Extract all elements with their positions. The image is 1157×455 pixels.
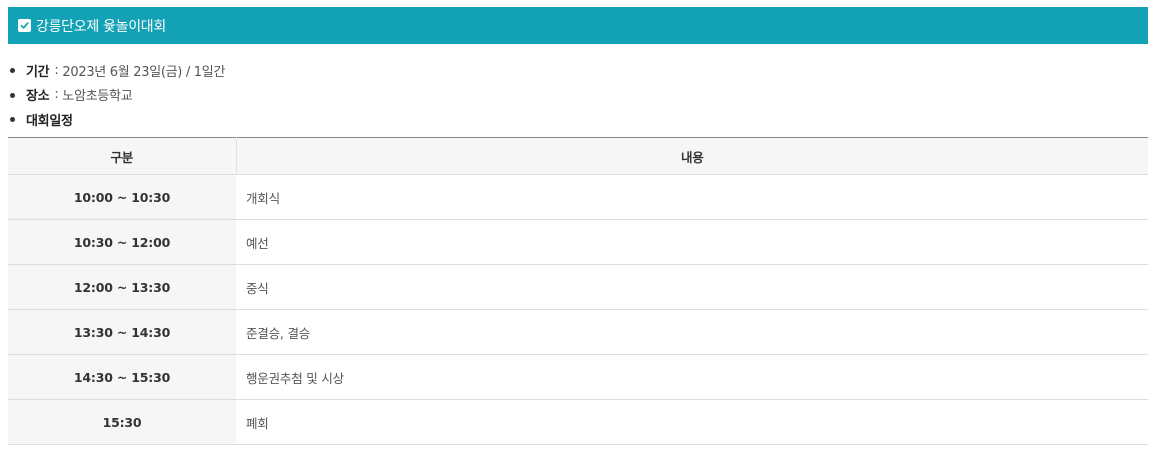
info-value: 2023년 6월 23일(금) / 1일간 [62, 64, 226, 80]
bullet-icon [10, 68, 15, 74]
table-row: 10:00 ~ 10:30 개회식 [8, 174, 1148, 220]
bullet-icon [10, 117, 15, 123]
section-title-bar: 강릉단오제 윷놀이대회 [8, 7, 1148, 44]
table-row: 10:30 ~ 12:00 예선 [8, 219, 1148, 265]
table-row: 15:30 폐회 [8, 399, 1148, 445]
content-cell: 예선 [236, 219, 1148, 265]
checkbox-checked-icon [18, 19, 31, 32]
info-separator: : [54, 87, 59, 103]
content-cell: 개회식 [236, 174, 1148, 220]
content-cell: 폐회 [236, 399, 1148, 445]
table-header-row: 구분 내용 [8, 137, 1148, 175]
time-cell: 12:00 ~ 13:30 [8, 264, 236, 310]
table-row: 14:30 ~ 15:30 행운권추첨 및 시상 [8, 354, 1148, 400]
time-cell: 13:30 ~ 14:30 [8, 309, 236, 355]
time-cell: 10:30 ~ 12:00 [8, 219, 236, 265]
info-item-location: 장소 : 노암초등학교 [10, 83, 225, 108]
info-label: 장소 [26, 89, 50, 105]
bullet-icon [10, 92, 15, 98]
info-list: 기간 : 2023년 6월 23일(금) / 1일간 장소 : 노암초등학교 대… [10, 58, 225, 132]
info-label: 대회일정 [26, 113, 73, 129]
section-title: 강릉단오제 윷놀이대회 [36, 18, 166, 35]
content-cell: 중식 [236, 264, 1148, 310]
table-row: 13:30 ~ 14:30 준결승, 결승 [8, 309, 1148, 355]
info-value: 노암초등학교 [62, 89, 133, 105]
column-header-category: 구분 [8, 137, 237, 175]
info-item-schedule: 대회일정 [10, 107, 225, 132]
table-row: 12:00 ~ 13:30 중식 [8, 264, 1148, 310]
content-cell: 준결승, 결승 [236, 309, 1148, 355]
info-separator: : [54, 62, 59, 78]
column-header-content: 내용 [236, 137, 1148, 175]
info-label: 기간 [26, 64, 50, 80]
time-cell: 10:00 ~ 10:30 [8, 174, 236, 220]
time-cell: 15:30 [8, 399, 236, 445]
schedule-table: 구분 내용 10:00 ~ 10:30 개회식 10:30 ~ 12:00 예선… [8, 137, 1148, 445]
content-cell: 행운권추첨 및 시상 [236, 354, 1148, 400]
info-item-period: 기간 : 2023년 6월 23일(금) / 1일간 [10, 58, 225, 83]
time-cell: 14:30 ~ 15:30 [8, 354, 236, 400]
